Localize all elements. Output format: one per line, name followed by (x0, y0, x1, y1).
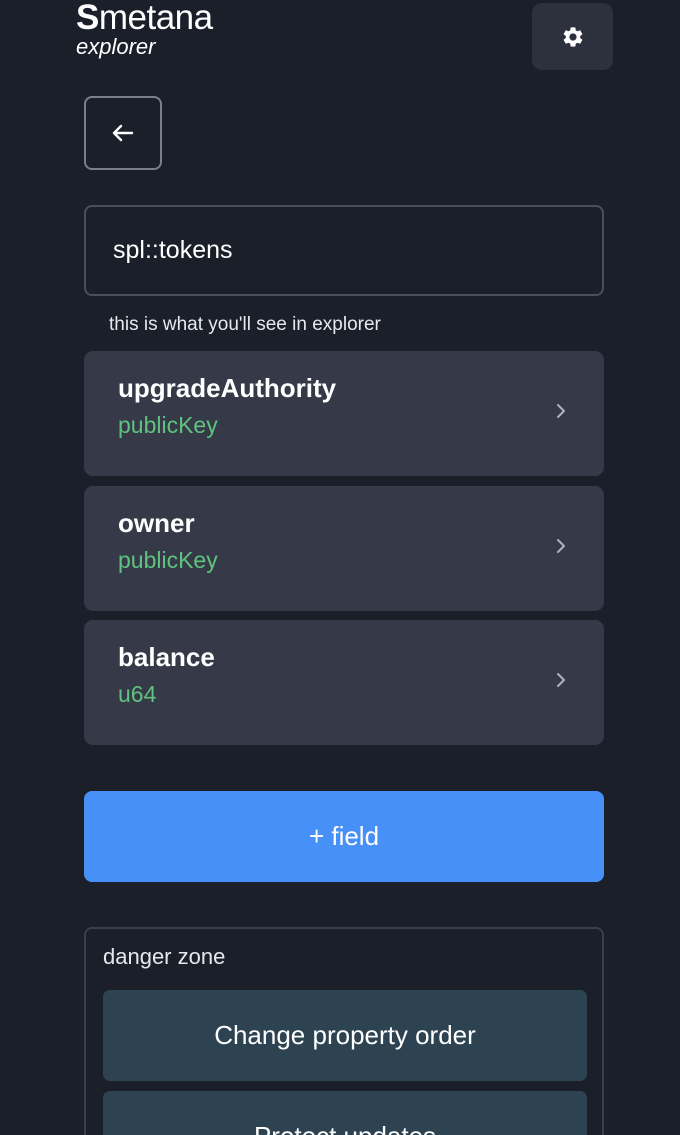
back-button[interactable] (84, 96, 162, 170)
add-field-button[interactable]: + field (84, 791, 604, 882)
change-property-order-button[interactable]: Change property order (103, 990, 587, 1081)
field-type: publicKey (118, 412, 218, 438)
field-name: owner (118, 508, 195, 538)
field-name: upgradeAuthority (118, 373, 337, 403)
chevron-right-icon (557, 673, 565, 687)
field-row-balance[interactable]: balance u64 (84, 620, 604, 745)
field-row-owner[interactable]: owner publicKey (84, 486, 604, 611)
field-name: balance (118, 642, 215, 672)
logo-subtitle: explorer (76, 34, 156, 59)
chevron-right-icon (557, 539, 565, 553)
field-row-upgrade-authority[interactable]: upgradeAuthority publicKey (84, 351, 604, 476)
arrow-left-icon (112, 124, 134, 142)
logo-title: Smetana (76, 0, 213, 35)
program-name-input[interactable] (84, 205, 604, 296)
app-logo[interactable]: Smetana explorer (76, 0, 213, 58)
chevron-right-icon (557, 404, 565, 418)
field-type: publicKey (118, 547, 218, 573)
danger-zone: danger zone Change property order Protec… (84, 927, 604, 1135)
gear-icon (563, 26, 582, 47)
danger-zone-title: danger zone (103, 944, 226, 969)
page: Smetana explorer this is what you'll see… (0, 0, 680, 1135)
field-type: u64 (118, 681, 157, 707)
protect-updates-button[interactable]: Protect updates (103, 1091, 587, 1135)
logo-title-rest: metana (98, 0, 213, 37)
settings-button[interactable] (532, 3, 613, 70)
logo-title-initial: S (76, 0, 99, 37)
program-name-hint: this is what you'll see in explorer (109, 314, 381, 335)
